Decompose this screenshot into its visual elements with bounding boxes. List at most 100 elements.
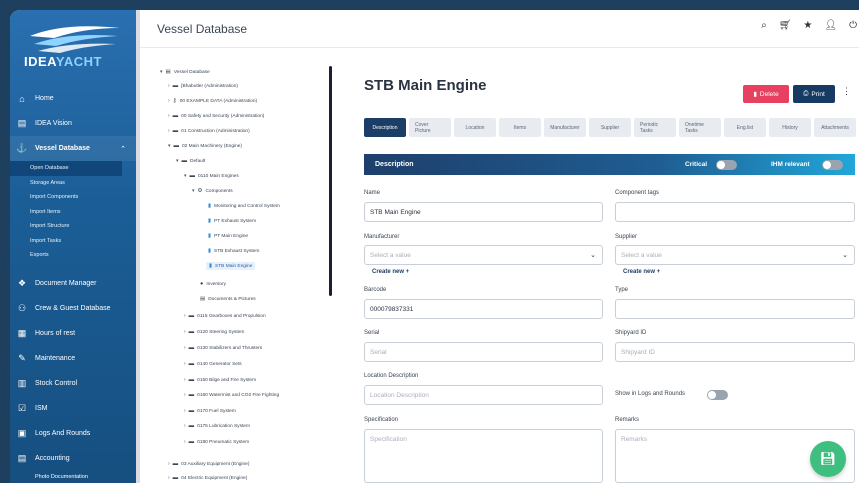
sidebar-subitem-import-structure[interactable]: Import Structure (10, 219, 122, 234)
serial-field[interactable]: Serial (364, 342, 603, 362)
tree-node[interactable]: › ▬ 0130 Stabilizers and Thrusters (184, 345, 262, 351)
tree-node[interactable]: ▾ ▬ 02 Main Machinery (Engine) (168, 143, 242, 149)
sidebar-item-label: Vessel Database (35, 145, 90, 152)
more-options-icon[interactable]: ⋮ (842, 86, 851, 97)
tree-node[interactable]: ▮ PT Main Engine (208, 233, 248, 239)
tree-node[interactable]: ▾ ▬ 0110 Main Engines (184, 173, 239, 179)
tree-node[interactable]: › ▬ 0140 Generator Sets (184, 361, 242, 367)
ihm-label: IHM relevant (771, 161, 810, 168)
tree-node[interactable]: ▾ ⚙ Components (192, 188, 233, 194)
tab-description[interactable]: Description (364, 118, 406, 137)
tree-node[interactable]: › ▬ 0180 Pneumatic System (184, 439, 249, 445)
component-tags-field[interactable] (615, 202, 855, 222)
critical-toggle[interactable] (716, 160, 737, 170)
sidebar-nav: ⌂ Home ▤ IDEA Vision ⚓ Vessel Database ⌃… (10, 86, 136, 483)
tab-items[interactable]: Items (499, 118, 541, 137)
power-icon[interactable]: ⏻ (849, 20, 857, 31)
sidebar-item-document-manager[interactable]: ❖ Document Manager (10, 271, 136, 296)
tab-eng-list[interactable]: Eng.list (724, 118, 766, 137)
sidebar-item-label: Accounting (35, 454, 70, 462)
sidebar-item-ism[interactable]: ☑ ISM (10, 396, 136, 421)
tab-history[interactable]: History (769, 118, 811, 137)
tree-node[interactable]: › ▬ 0150 Bilge and Fire System (184, 377, 256, 383)
print-button[interactable]: ⎙ Print (793, 85, 835, 103)
chevron-right-icon: › (168, 98, 170, 104)
sidebar-item-crew-guest[interactable]: ⚇ Crew & Guest Database (10, 296, 136, 321)
sidebar-subitem-storage-areas[interactable]: Storage Areas (10, 176, 122, 191)
tree-node[interactable]: ▾ ▬ Default (176, 158, 205, 164)
barcode-field[interactable]: 000079837331 (364, 299, 603, 319)
sidebar-item-logs-rounds[interactable]: ▣ Logs And Rounds (10, 421, 136, 446)
tab-manufacturer[interactable]: Manufacturer (544, 118, 586, 137)
sidebar-subitem-import-tasks[interactable]: Import Tasks (10, 234, 122, 249)
sidebar-item-photo-documentation[interactable]: Photo Documentation (10, 471, 136, 483)
tree-node[interactable]: › ▬ 0175 Lubrication System (184, 423, 250, 429)
shipyard-id-field[interactable]: Shipyard ID (615, 342, 855, 362)
sidebar-item-vessel-database[interactable]: ⚓ Vessel Database ⌃ (10, 136, 136, 161)
sidebar-item-home[interactable]: ⌂ Home (10, 86, 136, 111)
manufacturer-select[interactable]: Select a value ⌄ (364, 245, 603, 265)
tree-node[interactable]: › ▬ [Bhabutler (Administration) (168, 83, 238, 89)
tree-node[interactable]: ▮ PT Exhaust System (208, 218, 256, 224)
search-icon[interactable]: ⌕ (761, 20, 767, 31)
sidebar-scrollbar[interactable] (136, 10, 140, 483)
shipyard-id-label: Shipyard ID (615, 330, 647, 336)
tab-supplier[interactable]: Supplier (589, 118, 631, 137)
header-tools: ⌕ 🛒︎ ★ 👤︎ ⏻ (761, 20, 857, 31)
tree-node[interactable]: › ▬ 01 Construction (Administration) (168, 128, 250, 134)
sidebar-subitem-import-components[interactable]: Import Components (10, 190, 122, 205)
star-icon[interactable]: ★ (803, 20, 812, 31)
sidebar-subitem-exports[interactable]: Exports (10, 248, 122, 263)
tab-onetime-tasks[interactable]: Onetime Tasks (679, 118, 721, 137)
chevron-right-icon: › (168, 475, 170, 481)
tree-node[interactable]: ▾ ▤ Vessel Database (160, 69, 210, 75)
sidebar-subitem-open-database[interactable]: Open Database (10, 161, 122, 176)
sidebar-item-idea-vision[interactable]: ▤ IDEA Vision (10, 111, 136, 136)
chevron-down-icon: ⌄ (842, 252, 848, 259)
save-button[interactable]: 💾︎ (810, 441, 846, 477)
sidebar-item-stock-control[interactable]: ▥ Stock Control (10, 371, 136, 396)
tree-node-selected[interactable]: ▮ STB Main Engine (206, 262, 256, 270)
folder-icon: ▬ (172, 475, 179, 481)
tree-node[interactable]: › ▬ 0160 Watermist and CO2 Fire Fighting (184, 392, 279, 398)
ihm-toggle[interactable] (822, 160, 843, 170)
supplier-label: Supplier (615, 234, 638, 240)
tab-attachments[interactable]: Attachments (814, 118, 856, 137)
sidebar-item-label: Document Manager (35, 279, 97, 287)
tree-node[interactable]: ▮ STB Exhaust System (208, 248, 259, 254)
sidebar-item-accounting[interactable]: ▤ Accounting (10, 446, 136, 471)
tree-node[interactable]: › ▬ 0120 Steering System (184, 329, 244, 335)
create-supplier-link[interactable]: Create new + (623, 269, 660, 275)
chevron-right-icon: › (168, 83, 170, 89)
create-manufacturer-link[interactable]: Create new + (372, 269, 409, 275)
name-field[interactable]: STB Main Engine (364, 202, 603, 222)
tab-periodic-tasks[interactable]: Periodic Tasks (634, 118, 676, 137)
tree-node[interactable]: › ▬ 0115 Gearboxes and Propulsion (184, 313, 266, 319)
show-logs-toggle[interactable] (707, 390, 728, 400)
chevron-down-icon: ⌄ (590, 252, 596, 259)
user-icon[interactable]: 👤︎ (824, 20, 837, 31)
tree-node[interactable]: › ⚷ 00 EXAMPLE DATA (Administration) (168, 98, 257, 104)
tree-scrollbar[interactable] (329, 66, 332, 296)
specification-field[interactable]: Specification (364, 429, 603, 483)
type-field[interactable] (615, 299, 855, 319)
tree-node[interactable]: ▤ Documents & Pictures (200, 296, 256, 302)
vessel-tree: ▾ ▤ Vessel Database › ▬ [Bhabutler (Administ… (160, 65, 343, 483)
tab-cover-picture[interactable]: Cover Picture (409, 118, 451, 137)
chevron-right-icon: › (184, 313, 186, 319)
cart-icon[interactable]: 🛒︎ (779, 20, 792, 31)
tree-node[interactable]: › ▬ 03 Auxiliary Equipment (Engine) (168, 461, 249, 467)
tab-location[interactable]: Location (454, 118, 496, 137)
tree-node[interactable]: ▮ Monitoring and Control System (208, 203, 280, 209)
supplier-select[interactable]: Select a value ⌄ (615, 245, 855, 265)
tree-node[interactable]: ● Inventory (200, 281, 226, 287)
tree-node[interactable]: › ▬ 0170 Fuel System (184, 408, 236, 414)
sidebar-item-hours-of-rest[interactable]: ▦ Hours of rest (10, 321, 136, 346)
delete-button[interactable]: ▮ Delete (743, 85, 789, 103)
page-header-title: Vessel Database (157, 22, 248, 36)
sidebar-subitem-import-items[interactable]: Import Items (10, 205, 122, 220)
sidebar-item-maintenance[interactable]: ✎ Maintenance (10, 346, 136, 371)
location-description-field[interactable]: Location Description (364, 385, 603, 405)
tree-node[interactable]: › ▬ 00 Safety and Security (Administration… (168, 113, 264, 119)
tree-node[interactable]: › ▬ 04 Electric Equipment (Engine) (168, 475, 247, 481)
